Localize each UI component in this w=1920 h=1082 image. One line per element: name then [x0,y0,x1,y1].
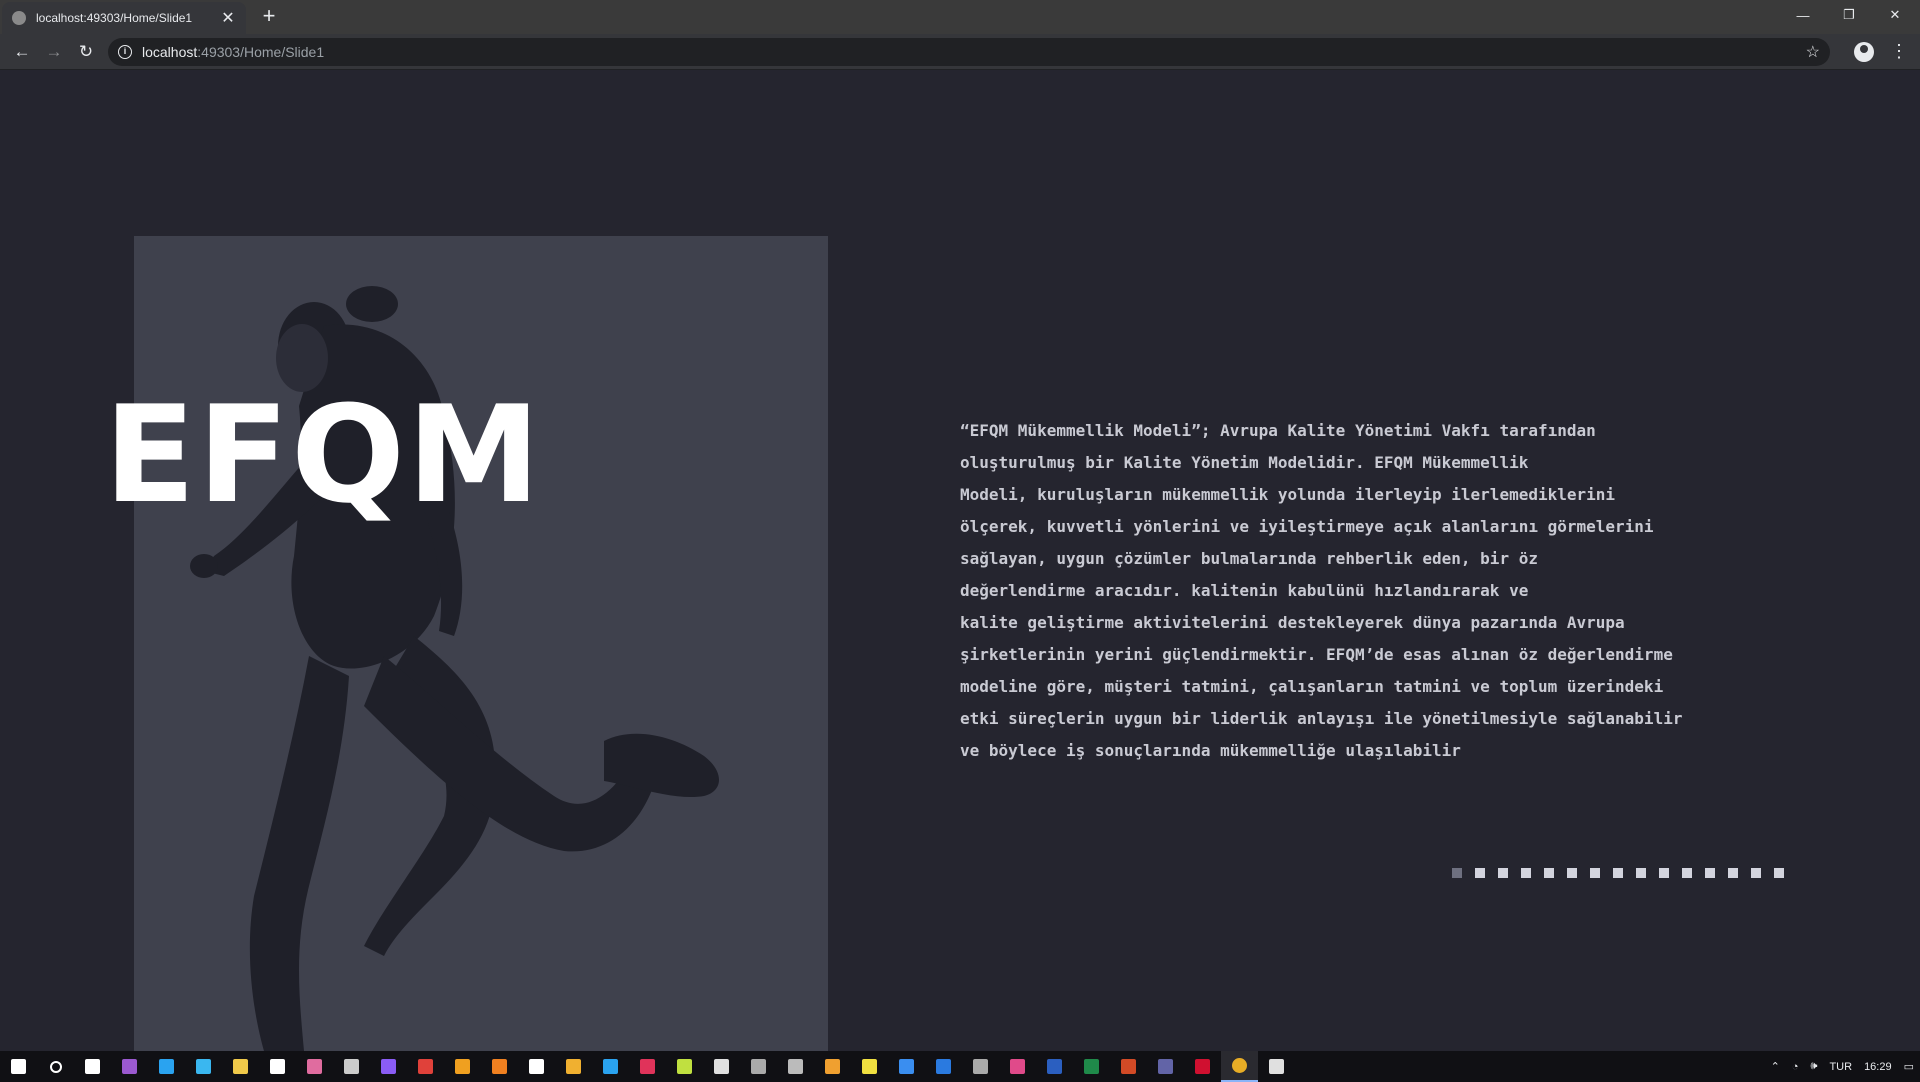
excel-icon[interactable] [1073,1051,1110,1082]
forward-button[interactable]: → [42,40,66,64]
slide-dot[interactable] [1590,868,1600,878]
powerpoint-icon[interactable] [1110,1051,1147,1082]
url-host: localhost [142,44,198,60]
slide-dot[interactable] [1682,868,1692,878]
app-icon[interactable] [555,1051,592,1082]
start-icon[interactable] [0,1051,37,1082]
window-close-button[interactable]: ✕ [1872,0,1918,30]
search-icon[interactable] [37,1051,74,1082]
app-icon[interactable] [851,1051,888,1082]
skype-icon[interactable] [592,1051,629,1082]
description-line: Modeli, kuruluşların mükemmellik yolunda… [960,485,1616,504]
runner-silhouette-image [190,286,719,1051]
app-icon[interactable] [999,1051,1036,1082]
paint-icon[interactable] [296,1051,333,1082]
app-icon[interactable] [1184,1051,1221,1082]
app-icon[interactable] [629,1051,666,1082]
browser-tab[interactable]: localhost:49303/Home/Slide1 ✕ [2,2,246,34]
app-icon[interactable] [222,1051,259,1082]
tab-close-icon[interactable]: ✕ [220,8,236,28]
slide-dot[interactable] [1498,868,1508,878]
browser-toolbar: ← → ↻ i localhost :49303/Home/Slide1 ☆ ⋮ [0,34,1920,70]
description-line: etki süreçlerin uygun bir liderlik anlay… [960,709,1683,728]
page-favicon-icon [12,11,26,25]
acrobat-icon[interactable] [407,1051,444,1082]
task-view-icon[interactable] [74,1051,111,1082]
slide-headline: EFQM [104,377,543,533]
word-icon[interactable] [1036,1051,1073,1082]
description-line: sağlayan, uygun çözümler bulmalarında re… [960,549,1538,568]
reload-button[interactable]: ↻ [74,40,98,64]
slide-description: “EFQM Mükemmellik Modeli”; Avrupa Kalite… [960,415,1720,767]
teams-icon[interactable] [1147,1051,1184,1082]
slide-dot[interactable] [1475,868,1485,878]
app-icon[interactable] [703,1051,740,1082]
slide-dot[interactable] [1659,868,1669,878]
app-icon[interactable] [333,1051,370,1082]
profile-avatar-icon[interactable] [1854,42,1874,62]
description-line: kalite geliştirme aktivitelerini destekl… [960,613,1625,632]
app-icon[interactable] [740,1051,777,1082]
description-line: oluşturulmuş bir Kalite Yönetim Modelidi… [960,453,1529,472]
back-button[interactable]: ← [10,40,34,64]
app-icon[interactable] [185,1051,222,1082]
slide-dot[interactable] [1521,868,1531,878]
slide-dot[interactable] [1751,868,1761,878]
address-bar[interactable]: i localhost :49303/Home/Slide1 ☆ [108,38,1830,66]
app-icon[interactable] [962,1051,999,1082]
page-viewport: EFQM “EFQM Mükemmellik Modeli”; Avrupa K… [0,70,1920,1051]
browser-menu-icon[interactable]: ⋮ [1890,40,1908,64]
vscode-icon[interactable] [148,1051,185,1082]
app-icon[interactable] [666,1051,703,1082]
app-icon[interactable] [370,1051,407,1082]
slide-dot[interactable] [1452,868,1462,878]
app-icon[interactable] [777,1051,814,1082]
description-line: “EFQM Mükemmellik Modeli”; Avrupa Kalite… [960,421,1596,440]
windows-taskbar: ⌃ ◔ 🕪 TUR 16:29 ▭ [0,1051,1920,1082]
slide-dot[interactable] [1774,868,1784,878]
site-info-icon[interactable]: i [118,45,132,59]
chrome-icon[interactable] [1221,1051,1258,1082]
tab-title: localhost:49303/Home/Slide1 [36,11,193,25]
description-line: modeline göre, müşteri tatmini, çalışanl… [960,677,1664,696]
restore-button[interactable]: ❐ [1826,0,1872,30]
blender-icon[interactable] [481,1051,518,1082]
visual-studio-icon[interactable] [111,1051,148,1082]
volume-icon[interactable]: 🕪 [1805,1060,1824,1073]
new-tab-button[interactable]: + [256,4,282,30]
bookmark-star-icon[interactable]: ☆ [1806,42,1820,62]
clock[interactable]: 16:29 [1858,1061,1898,1073]
app-icon[interactable] [518,1051,555,1082]
system-tray: ⌃ ◔ 🕪 TUR 16:29 ▭ [1765,1051,1920,1082]
description-line: değerlendirme aracıdır. kalitenin kabulü… [960,581,1529,600]
app-icon[interactable] [444,1051,481,1082]
app-icon[interactable] [814,1051,851,1082]
slide-dot[interactable] [1544,868,1554,878]
slide-dot[interactable] [1567,868,1577,878]
slide-dot[interactable] [1636,868,1646,878]
slide-dot[interactable] [1728,868,1738,878]
tray-chevron-icon[interactable]: ⌃ [1765,1060,1786,1073]
minimize-button[interactable]: — [1780,0,1826,30]
hero-photo [134,236,828,1051]
description-line: ve böylece iş sonuçlarında mükemmelliğe … [960,741,1461,760]
app-icon[interactable] [925,1051,962,1082]
browser-tab-strip: localhost:49303/Home/Slide1 ✕ + — ❐ ✕ [0,0,1920,34]
wifi-icon[interactable]: ◔ [1786,1061,1805,1073]
url-path: :49303/Home/Slide1 [197,44,325,60]
notification-icon[interactable]: ▭ [1898,1060,1920,1073]
language-indicator[interactable]: TUR [1823,1061,1858,1073]
description-line: şirketlerinin yerini güçlendirmektir. EF… [960,645,1673,664]
app-icon[interactable] [1258,1051,1295,1082]
slide-pagination [1452,868,1784,878]
slide-dot[interactable] [1613,868,1623,878]
app-icon[interactable] [259,1051,296,1082]
slide-dot[interactable] [1705,868,1715,878]
description-line: ölçerek, kuvvetli yönlerini ve iyileştir… [960,517,1654,536]
app-icon[interactable] [888,1051,925,1082]
